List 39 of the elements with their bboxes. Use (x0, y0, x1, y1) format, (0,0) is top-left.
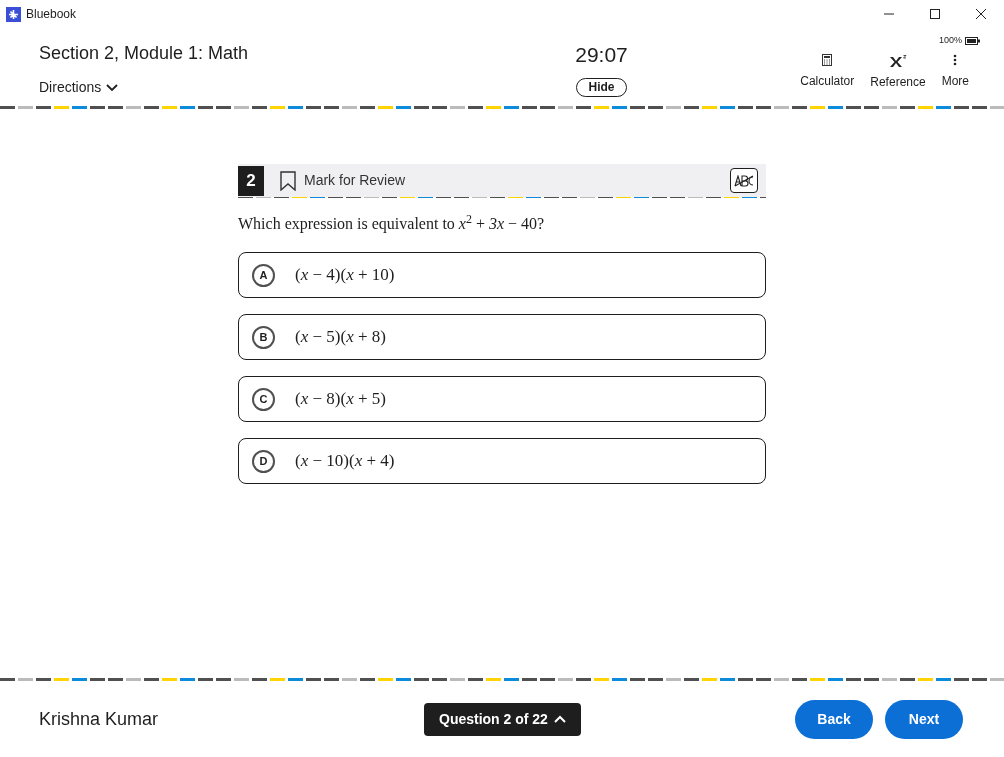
choice-text: (x − 10)(x + 4) (295, 450, 395, 473)
choice-letter: A (252, 263, 275, 287)
choice-text: (x − 5)(x + 8) (295, 326, 386, 349)
calculator-icon (822, 53, 833, 66)
reference-button[interactable]: Reference (870, 53, 926, 91)
battery-level: 100% (938, 34, 962, 47)
next-button[interactable]: Next (885, 699, 963, 739)
student-name: Krishna Kumar (39, 707, 160, 731)
question-navigator-button[interactable]: Question 2 of 22 (424, 702, 581, 736)
bookmark-icon (280, 170, 296, 191)
answer-eliminator-button[interactable] (730, 168, 758, 193)
question-text: Which expression is equivalent to x$^{2}$ + 3x − 40? (238, 212, 546, 235)
maximize-icon (929, 8, 941, 20)
answer-choice[interactable]: B (x − 5)(x + 8) (238, 314, 766, 360)
answer-choice[interactable]: C (x − 8)(x + 5) (238, 376, 766, 422)
mark-for-review-button[interactable]: Mark for Review (280, 170, 406, 191)
battery-icon (965, 36, 980, 45)
window-title: Bluebook (26, 6, 77, 23)
superscript-x-icon (888, 53, 907, 67)
more-icon (953, 53, 958, 66)
app-logo-icon (6, 6, 21, 22)
calculator-button[interactable]: Calculator (800, 53, 855, 91)
timer: 29:07 (575, 42, 628, 68)
directions-button[interactable]: Directions (39, 77, 119, 98)
chevron-up-icon (553, 715, 566, 723)
section-title: Section 2, Module 1: Math (39, 42, 250, 65)
choice-letter: C (252, 387, 275, 411)
choice-letter: B (252, 325, 275, 349)
crossed-out-letters-icon (734, 174, 754, 187)
close-icon (975, 8, 987, 20)
answer-choice[interactable]: D (x − 10)(x + 4) (238, 438, 766, 484)
question-number: 2 (238, 165, 264, 196)
choice-text: (x − 8)(x + 5) (295, 388, 386, 411)
choice-letter: D (252, 449, 275, 473)
chevron-down-icon (106, 83, 119, 92)
choice-text: (x − 4)(x + 10) (295, 264, 395, 287)
more-button[interactable]: More (941, 53, 969, 91)
answer-choice[interactable]: A (x − 4)(x + 10) (238, 252, 766, 298)
back-button[interactable]: Back (795, 699, 873, 739)
